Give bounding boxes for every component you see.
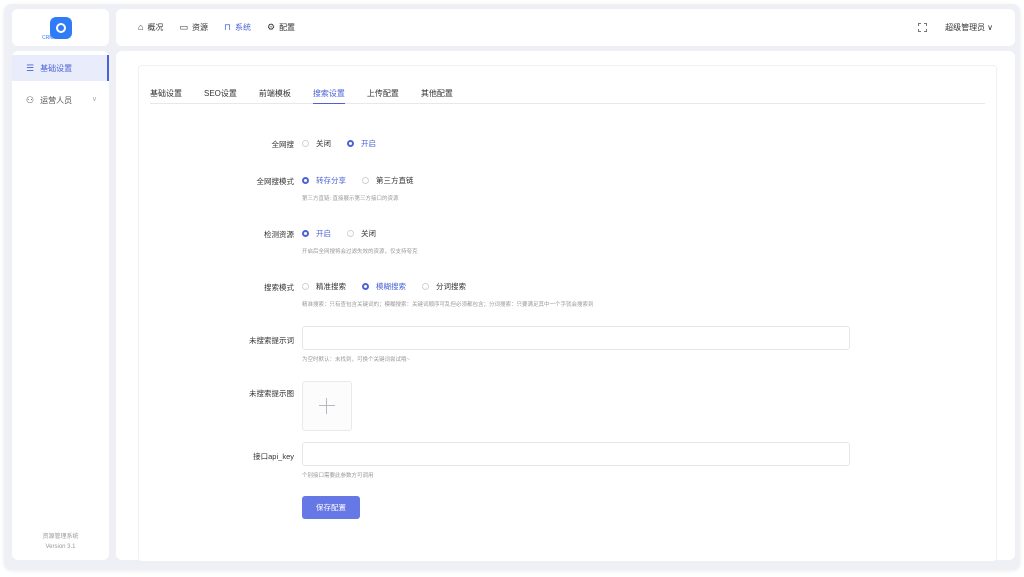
radio-label: 关闭: [361, 229, 376, 238]
settings-tabs: 基础设置 SEO设置 前端模板 搜索设置 上传配置 其他配置: [150, 88, 985, 104]
tab-basic[interactable]: 基础设置: [150, 88, 182, 103]
sidebar-item-operators[interactable]: ⚇ 运营人员 ∨: [12, 87, 109, 113]
folder-icon: ▭: [179, 22, 188, 32]
nav-label: 资源: [191, 23, 208, 32]
radio-dot: [302, 177, 309, 184]
sidebar-footer: 资源管理系统 Version 3.1: [12, 532, 109, 552]
api-key-input[interactable]: [302, 442, 850, 466]
radio-check-resource: 开启 关闭: [302, 228, 376, 239]
gear-icon: ⚙: [266, 22, 276, 32]
hint-check-resource: 开启后全网搜将会过滤失效的资源，仅支持夸克: [302, 249, 418, 255]
home-icon: ⌂: [138, 22, 144, 32]
tab-seo[interactable]: SEO设置: [204, 88, 237, 103]
tab-other[interactable]: 其他配置: [421, 88, 453, 103]
hint-api-key: 个别接口需要此参数方可调用: [302, 473, 374, 479]
sidebar: ☰ 基础设置 ⚇ 运营人员 ∨ 资源管理系统 Version 3.1: [12, 51, 109, 560]
radio-label: 关闭: [316, 139, 331, 148]
radio-label: 第三方直链: [376, 176, 414, 185]
label-api-key: 接口api_key: [253, 452, 294, 461]
hint-no-result-text: 为空时默认：未找到，可换个关键词尝试哦~: [302, 357, 410, 363]
radio-option-exact[interactable]: 精准搜索: [302, 281, 346, 292]
main-content: 基础设置 SEO设置 前端模板 搜索设置 上传配置 其他配置 全网搜 关闭 开启…: [116, 51, 1015, 562]
radio-dot: [362, 283, 369, 290]
user-name: 超级管理员: [945, 23, 986, 32]
hint-network-mode: 第三方直链: 直接展示第三方接口的资源: [302, 196, 399, 202]
label-network-search: 全网搜: [271, 140, 295, 149]
app-version: Version 3.1: [45, 544, 76, 550]
radio-dot: [422, 283, 429, 290]
header-right: 超级管理员 ∨: [918, 9, 993, 46]
radio-option-on[interactable]: 开启: [347, 138, 376, 149]
radio-network-mode: 转存分享 第三方直链: [302, 175, 414, 186]
no-result-text-input[interactable]: [302, 326, 850, 350]
radio-option-disable[interactable]: 关闭: [347, 228, 376, 239]
radio-option-segmented[interactable]: 分词搜索: [422, 281, 466, 292]
radio-option-third-party-link[interactable]: 第三方直链: [362, 175, 414, 186]
tab-upload[interactable]: 上传配置: [367, 88, 399, 103]
nav-item-resources[interactable]: ▭ 资源: [179, 22, 208, 33]
radio-label: 精准搜索: [316, 282, 346, 291]
radio-label: 分词搜索: [436, 282, 466, 291]
image-upload-box[interactable]: [302, 381, 352, 431]
logo-area[interactable]: CRM: [12, 9, 109, 46]
label-check-resource: 检测资源: [264, 230, 294, 239]
plus-icon: [319, 398, 335, 414]
radio-option-fuzzy[interactable]: 模糊搜索: [362, 281, 406, 292]
radio-label: 开启: [316, 229, 331, 238]
radio-dot: [347, 230, 354, 237]
tab-search[interactable]: 搜索设置: [312, 88, 345, 104]
top-header: ⌂ 概况 ▭ 资源 ⊓ 系统 ⚙ 配置 超级管理员 ∨: [116, 9, 1015, 46]
radio-dot: [302, 283, 309, 290]
chevron-down-icon: ∨: [987, 23, 993, 32]
label-no-result-text: 未搜索提示词: [249, 336, 294, 345]
logo-text: CRM: [42, 35, 54, 41]
radio-option-enable[interactable]: 开启: [302, 228, 331, 239]
fullscreen-icon[interactable]: [918, 23, 928, 32]
radio-label: 转存分享: [316, 176, 346, 185]
save-config-button[interactable]: 保存配置: [302, 496, 360, 519]
nav-item-system[interactable]: ⊓ 系统: [224, 22, 251, 33]
radio-option-transfer-share[interactable]: 转存分享: [302, 175, 346, 186]
nav-label: 系统: [234, 23, 251, 32]
radio-dot: [302, 140, 309, 147]
radio-dot: [347, 140, 354, 147]
radio-label: 模糊搜索: [376, 282, 406, 291]
label-no-result-image: 未搜索提示图: [249, 389, 294, 398]
label-network-mode: 全网搜模式: [256, 177, 295, 186]
settings-card: 基础设置 SEO设置 前端模板 搜索设置 上传配置 其他配置 全网搜 关闭 开启…: [138, 65, 997, 562]
radio-label: 开启: [361, 139, 376, 148]
label-search-mode: 搜索模式: [264, 283, 294, 292]
hint-search-mode: 精准搜索：只有查包含关键词的；模糊搜索：关键词顺序可乱但必须都包含；分词搜索：只…: [302, 302, 594, 308]
sliders-icon: ☰: [26, 62, 35, 73]
sidebar-item-basic-settings[interactable]: ☰ 基础设置: [12, 55, 109, 81]
nav-item-overview[interactable]: ⌂ 概况: [138, 22, 163, 33]
chevron-down-icon: ∨: [91, 96, 97, 103]
radio-search-mode: 精准搜索 模糊搜索 分词搜索: [302, 281, 466, 292]
nav-item-config[interactable]: ⚙ 配置: [267, 22, 295, 33]
user-menu[interactable]: 超级管理员 ∨: [945, 22, 993, 33]
monitor-icon: ⊓: [223, 22, 231, 32]
nav-label: 概况: [147, 23, 164, 32]
tab-frontend-template[interactable]: 前端模板: [259, 88, 291, 103]
radio-option-off[interactable]: 关闭: [302, 138, 331, 149]
app-window: CRM ☰ 基础设置 ⚇ 运营人员 ∨ 资源管理系统 Version 3.1 ⌂…: [4, 4, 1020, 570]
sidebar-item-label: 基础设置: [40, 63, 73, 73]
app-name: 资源管理系统: [42, 534, 79, 540]
radio-network-search: 关闭 开启: [302, 138, 376, 149]
radio-dot: [302, 230, 309, 237]
top-nav: ⌂ 概况 ▭ 资源 ⊓ 系统 ⚙ 配置: [138, 9, 295, 46]
user-icon: ⚇: [26, 94, 35, 105]
sidebar-item-label: 运营人员: [40, 95, 73, 105]
nav-label: 配置: [279, 23, 296, 32]
radio-dot: [362, 177, 369, 184]
